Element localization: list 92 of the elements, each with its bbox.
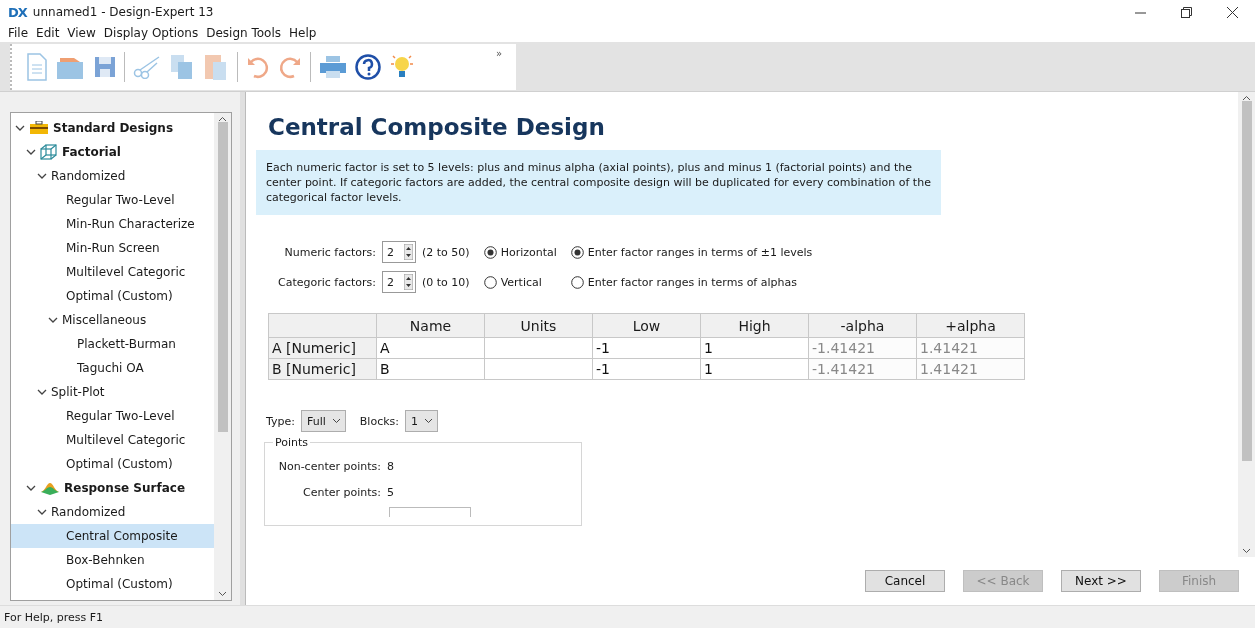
toolbox-icon [29,121,49,135]
spinner-arrows-icon[interactable] [404,244,413,260]
field-label: Type: [266,414,295,428]
row-header: A [Numeric] [268,337,377,359]
printer-icon[interactable] [319,55,347,79]
chevron-down-icon[interactable] [26,147,36,157]
menu-item[interactable]: Edit [32,24,64,42]
tree-item[interactable]: Multilevel Categoric [11,428,214,452]
tree-item[interactable]: Min-Run Characterize [11,212,214,236]
chevron-down-icon[interactable] [37,171,47,181]
field-value: 5 [387,485,394,499]
toolbar-overflow[interactable]: » [495,48,502,59]
scroll-up-icon[interactable] [218,116,227,122]
radio-button[interactable] [570,275,584,289]
column-header: High [700,313,809,338]
radio-button[interactable] [570,245,584,259]
tree-item[interactable]: Factorial [11,140,214,164]
scroll-down-icon[interactable] [218,591,227,597]
number-spinner[interactable]: 2 [382,271,416,293]
radio-button[interactable] [483,245,497,259]
tree-item[interactable]: Min-Run Screen [11,236,214,260]
radio-label: Horizontal [500,245,557,259]
scroll-down-icon[interactable] [1242,548,1251,554]
column-header: Units [484,313,593,338]
radio-label: Enter factor ranges in terms of alphas [587,275,797,289]
input-field[interactable] [389,507,471,517]
clipboard-icon[interactable] [203,52,229,82]
column-header: Name [376,313,485,338]
wizard-button[interactable]: Cancel [865,570,945,592]
range-hint: (2 to 50) [422,245,470,259]
caret-icon [331,418,341,424]
field-label: Non-center points: [277,459,381,473]
chevron-down-icon[interactable] [15,123,25,133]
tree-item[interactable]: Response Surface [11,476,214,500]
group-title: Points [274,436,310,449]
close-icon [1226,6,1238,18]
tree-item[interactable]: Randomized [11,500,214,524]
field-label: Blocks: [359,414,399,428]
field-value: 8 [387,459,394,473]
range-hint: (0 to 10) [422,275,470,289]
chevron-down-icon[interactable] [37,387,47,397]
description-text: Each numeric factor is set to 5 levels: plus and minus alpha (axial points), plus and minus 1 (factorial points) and the center point. If categoric factors are added, the central composite design will be duplicated for every combination of the categorical factor levels. [256,150,941,215]
tree-item[interactable]: Regular Two-Level [11,404,214,428]
menu-item[interactable]: Help [285,24,321,42]
tree-item[interactable]: Plackett-Burman [11,332,214,356]
menu-item[interactable]: View [63,24,100,42]
tree-item[interactable]: Randomized [11,164,214,188]
field-label: Center points: [302,485,381,499]
menu-item[interactable]: Design Tools [202,24,285,42]
tree-item[interactable]: Standard Designs [11,116,214,140]
row-header: B [Numeric] [268,358,377,380]
tree-item[interactable]: Box-Behnken [11,548,214,572]
tree-item[interactable]: Multilevel Categoric [11,260,214,284]
column-header: -alpha [808,313,917,338]
blocks-dropdown[interactable]: 1 [405,410,438,432]
surface-icon [40,481,60,495]
tree-item[interactable]: Taguchi OA [11,356,214,380]
tree-item[interactable]: Regular Two-Level [11,188,214,212]
field-label: Categoric factors: [277,275,376,289]
scrollbar[interactable] [1238,92,1255,557]
number-spinner[interactable]: 2 [382,241,416,263]
cube-icon [40,144,58,160]
menu-item[interactable]: Display Options [99,24,203,42]
spinner-arrows-icon[interactable] [404,274,413,290]
help-icon[interactable] [355,54,381,80]
chevron-down-icon[interactable] [26,483,36,493]
scrollbar[interactable] [214,113,231,600]
chevron-down-icon[interactable] [37,507,47,517]
column-header: Low [592,313,701,338]
restore-icon [1180,6,1192,18]
column-header: +alpha [916,313,1025,338]
save-icon[interactable] [94,56,116,78]
radio-label: Vertical [500,275,542,289]
field-label: Numeric factors: [283,245,376,259]
type-dropdown[interactable]: Full [301,410,346,432]
tree-item[interactable]: Miscellaneous [11,308,214,332]
radio-button[interactable] [483,275,497,289]
radio-label: Enter factor ranges in terms of ±1 levels [587,245,813,259]
caret-icon [424,418,433,424]
page-heading: Central Composite Design [268,114,606,140]
chevron-down-icon[interactable] [48,315,58,325]
menu-item[interactable]: File [4,24,33,42]
wizard-button[interactable]: Next >> [1061,570,1141,592]
tree-item[interactable]: Split-Plot [11,380,214,404]
status-text: For Help, press F1 [0,605,1255,628]
window-title: unnamed1 - Design-Expert 13 [32,5,214,19]
tree-item[interactable]: Central Composite [11,524,214,548]
tree-item[interactable]: Optimal (Custom) [11,572,214,596]
app-logo: DX [8,4,27,20]
tree-item[interactable]: Optimal (Custom) [11,284,214,308]
scroll-up-icon[interactable] [1242,95,1251,101]
tree-item[interactable]: Optimal (Custom) [11,452,214,476]
